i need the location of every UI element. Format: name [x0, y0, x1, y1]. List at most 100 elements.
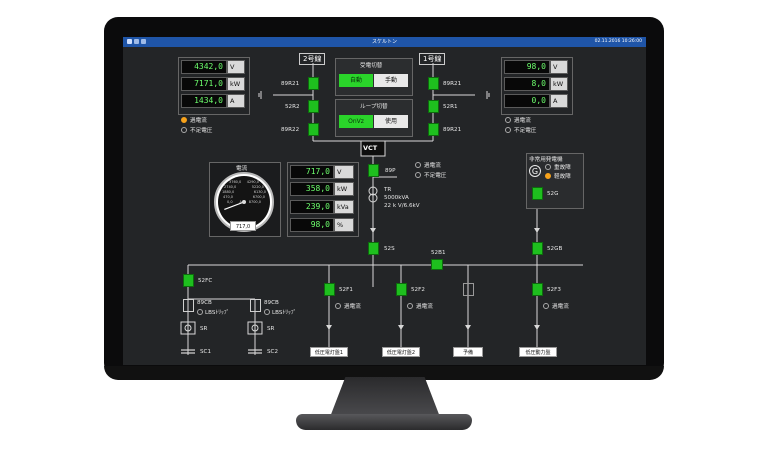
label-89cb-2: 89CB: [264, 300, 279, 306]
f3-overcurrent-led: [543, 303, 549, 309]
load-spare[interactable]: 予備: [453, 347, 483, 357]
f1-overcurrent-label: 過電流: [344, 304, 361, 310]
line2-label: 2号線: [299, 53, 326, 65]
receiving-manual-button[interactable]: 手動: [374, 74, 408, 87]
breaker-52b1[interactable]: [431, 259, 443, 270]
gauge-ticks: 3760,0 4290,0 2740,0 5220,0 1880,0 6130,0 4…: [219, 180, 269, 205]
center-power-value: 358,0: [290, 182, 334, 196]
left-current-unit: A: [227, 94, 245, 108]
breaker-89cb-2[interactable]: [250, 299, 261, 312]
center-undervoltage-led: [415, 172, 421, 178]
left-voltage-unit: V: [227, 60, 245, 74]
breaker-89r21-left[interactable]: [308, 77, 319, 90]
left-voltage-value: 4342,0: [181, 60, 227, 74]
f3-overcurrent-label: 過電流: [552, 304, 569, 310]
right-undervoltage-label: 不足電圧: [514, 128, 537, 134]
center-apparent-unit: kVa: [334, 200, 354, 214]
breaker-89p[interactable]: [368, 164, 379, 177]
left-overcurrent-led: [181, 117, 187, 123]
gauge-tick: 8700,0: [248, 200, 261, 204]
gauge-unit: A: [239, 200, 242, 204]
breaker-52gb[interactable]: [532, 242, 543, 255]
label-89r22: 89R22: [281, 127, 300, 133]
f2-overcurrent-label: 過電流: [416, 304, 433, 310]
line1-label: 1号線: [419, 53, 446, 65]
center-voltage-unit: V: [334, 165, 354, 179]
right-power-value: 8,0: [504, 77, 550, 91]
label-89cb-1: 89CB: [197, 300, 212, 306]
loop-on-button[interactable]: OnVz: [339, 115, 373, 128]
breaker-52f3[interactable]: [532, 283, 543, 296]
label-52b1: 52B1: [431, 250, 446, 256]
breaker-52r2[interactable]: [308, 100, 319, 113]
breaker-89r22[interactable]: [308, 123, 319, 136]
lbs1-led: [197, 309, 203, 315]
center-apparent-value: 239,0: [290, 200, 334, 214]
transformer-label: TR: [384, 187, 392, 193]
generator-symbol: G: [529, 165, 541, 177]
generator-light-fault-label: 軽故障: [554, 174, 571, 180]
generator-heavy-fault-led: [545, 164, 551, 170]
label-52f2: 52F2: [411, 287, 425, 293]
label-sr2: SR: [267, 326, 275, 332]
label-89r21-right: 89R21: [443, 81, 462, 87]
left-current-value: 1434,0: [181, 94, 227, 108]
center-power-unit: kW: [334, 182, 354, 196]
label-52f1: 52F1: [339, 287, 353, 293]
label-89r21-right-lower: 89R21: [443, 127, 462, 133]
label-89p: 89P: [385, 168, 396, 174]
generator-heavy-fault-label: 重故障: [554, 165, 571, 171]
breaker-spare[interactable]: [463, 283, 474, 296]
label-89r21-left: 89R21: [281, 81, 300, 87]
breaker-89r21-right[interactable]: [428, 77, 439, 90]
breaker-89r21-right-lower[interactable]: [428, 123, 439, 136]
vct-label: VCT: [363, 144, 378, 152]
breaker-52fc[interactable]: [183, 274, 194, 287]
gauge-reading: 717,0: [230, 221, 256, 231]
label-52gb: 52GB: [547, 246, 563, 252]
gauge-tick: 0,0: [227, 200, 233, 204]
label-52r1: 52R1: [443, 104, 458, 110]
breaker-52f2[interactable]: [396, 283, 407, 296]
monitor-stand-neck: [330, 377, 440, 417]
breaker-52g[interactable]: [532, 187, 543, 200]
label-sc2: SC2: [267, 349, 279, 355]
transformer-voltage: 22 k V/6.6kV: [384, 203, 420, 209]
right-overcurrent-label: 過電流: [514, 118, 531, 124]
breaker-52r1[interactable]: [428, 100, 439, 113]
center-voltage-value: 717,0: [290, 165, 334, 179]
generator-title: 非常用発電機: [529, 157, 563, 163]
label-52s: 52S: [384, 246, 395, 252]
generator-light-fault-led: [545, 173, 551, 179]
center-undervoltage-label: 不足電圧: [424, 173, 447, 179]
right-current-value: 0,0: [504, 94, 550, 108]
label-52fc: 52FC: [198, 278, 213, 284]
load-power[interactable]: 低圧動力盤: [519, 347, 557, 357]
left-undervoltage-led: [181, 127, 187, 133]
f2-overcurrent-led: [407, 303, 413, 309]
breaker-52s[interactable]: [368, 242, 379, 255]
f1-overcurrent-led: [335, 303, 341, 309]
breaker-52f1[interactable]: [324, 283, 335, 296]
monitor-stand-base: [296, 414, 472, 430]
left-power-value: 7171,0: [181, 77, 227, 91]
load-lighting-2[interactable]: 低圧電灯盤2: [382, 347, 420, 357]
loop-use-button[interactable]: 使用: [374, 115, 408, 128]
lbs2-label: LBSﾄﾘｯﾌﾟ: [272, 310, 297, 316]
lbs1-label: LBSﾄﾘｯﾌﾟ: [205, 310, 230, 316]
label-52r2: 52R2: [285, 104, 300, 110]
transformer-rating: 5000kVA: [384, 195, 409, 201]
receiving-switch-title: 受電切替: [360, 63, 383, 69]
label-52g: 52G: [547, 191, 559, 197]
breaker-89cb-1[interactable]: [183, 299, 194, 312]
right-voltage-unit: V: [550, 60, 568, 74]
right-undervoltage-led: [505, 127, 511, 133]
receiving-auto-button[interactable]: 自動: [339, 74, 373, 87]
center-overcurrent-led: [415, 162, 421, 168]
center-overcurrent-label: 過電流: [424, 163, 441, 169]
load-lighting-1[interactable]: 低圧電灯盤1: [310, 347, 348, 357]
right-current-unit: A: [550, 94, 568, 108]
screen: スケルトン 02.11.2016 10:26:00 2号線 1号線 4342,0…: [123, 37, 646, 365]
label-sc1: SC1: [200, 349, 212, 355]
center-pf-unit: %: [334, 218, 354, 232]
